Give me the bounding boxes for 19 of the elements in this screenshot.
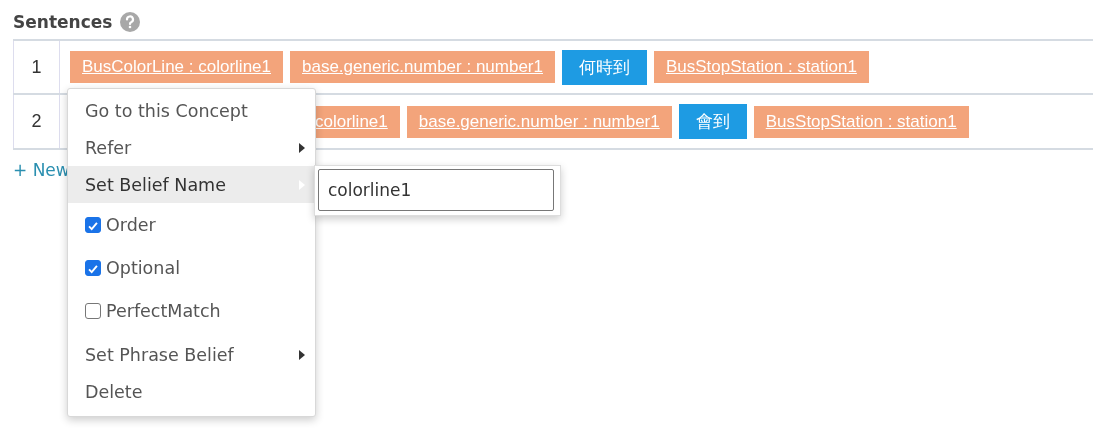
menu-item[interactable]: Set Belief Name xyxy=(68,166,315,203)
submenu-arrow-icon xyxy=(299,142,305,153)
menu-item[interactable]: Order xyxy=(68,203,315,246)
menu-item[interactable]: Optional xyxy=(68,246,315,289)
checkbox[interactable] xyxy=(85,302,101,319)
menu-item[interactable]: Go to this Concept xyxy=(68,92,315,129)
row-number: 1 xyxy=(13,41,60,93)
menu-item[interactable]: Delete xyxy=(68,373,315,410)
section-title: Sentences xyxy=(13,12,113,32)
help-icon[interactable] xyxy=(120,12,141,32)
new-sentence-link[interactable]: + New xyxy=(13,160,70,180)
checkbox[interactable] xyxy=(85,216,101,233)
menu-item[interactable]: Refer xyxy=(68,129,315,166)
checkbox[interactable] xyxy=(85,259,101,276)
menu-item[interactable]: PerfectMatch xyxy=(68,289,315,332)
menu-item[interactable]: Set Phrase Belief xyxy=(68,336,315,373)
submenu-arrow-icon xyxy=(299,349,305,360)
row-number: 2 xyxy=(13,95,60,148)
belief-name-field[interactable]: colorline1 xyxy=(318,169,554,211)
